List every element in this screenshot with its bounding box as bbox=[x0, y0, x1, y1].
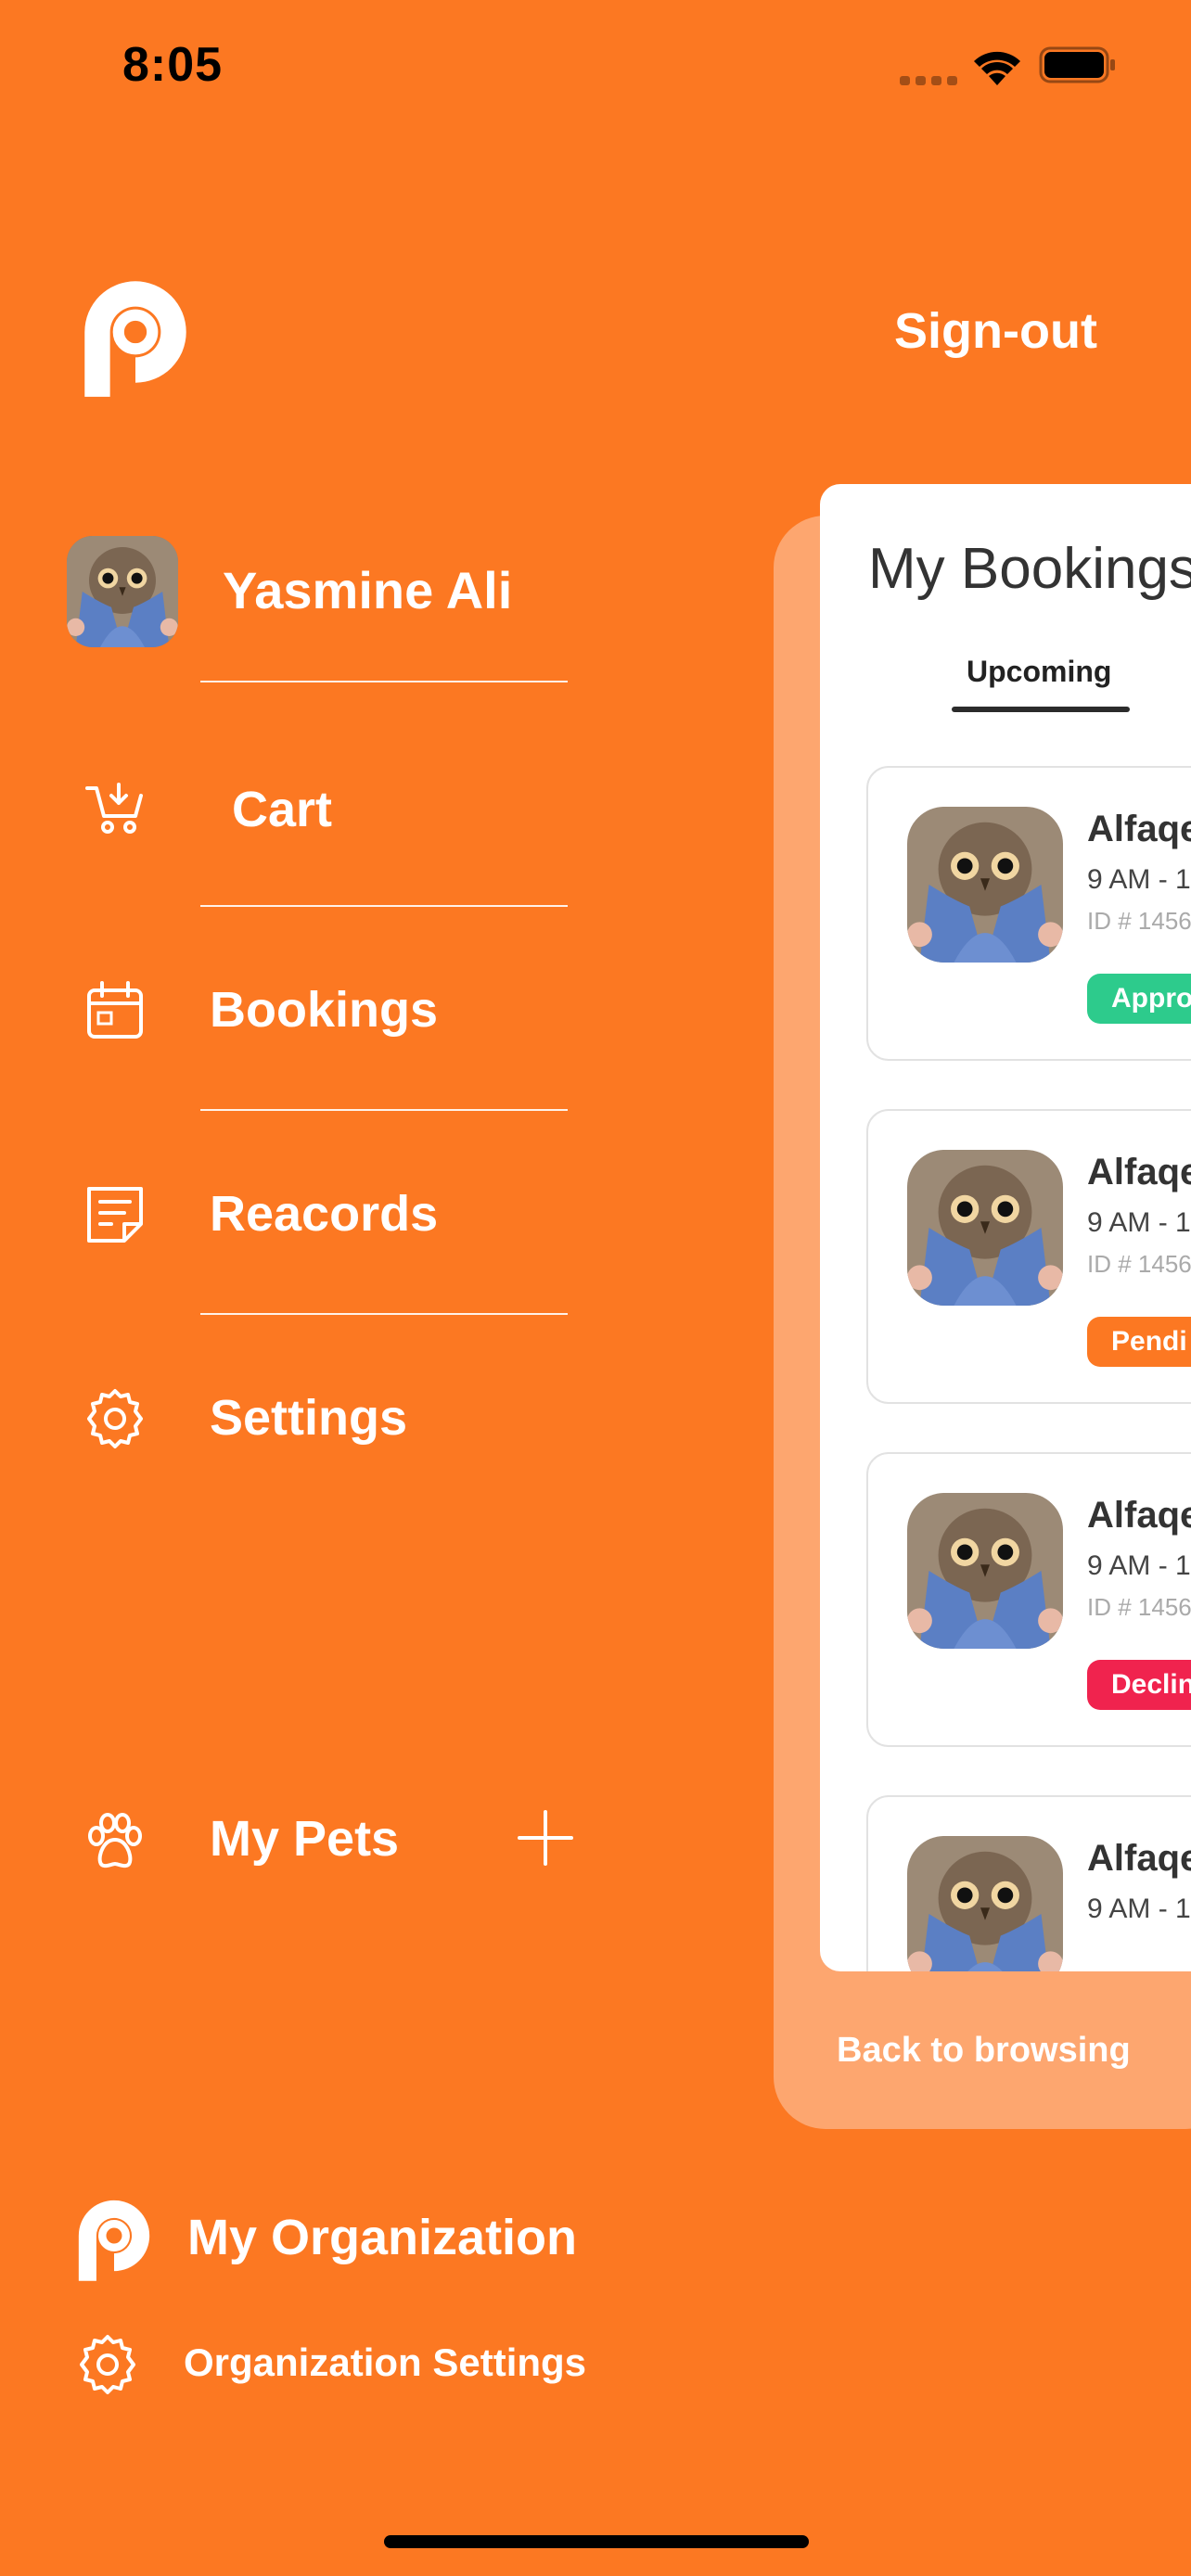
back-to-browsing-link[interactable]: Back to browsing bbox=[837, 2031, 1131, 2071]
menu-item-settings[interactable]: Settings bbox=[0, 1335, 649, 1502]
cart-icon bbox=[85, 783, 143, 834]
booking-time: 9 AM - 1 bbox=[1087, 1207, 1191, 1238]
pet-avatar bbox=[907, 1836, 1063, 1971]
bookings-panel: My Bookings Upcoming Alfaqe 9 AM - 1 ID … bbox=[820, 484, 1191, 1971]
home-indicator[interactable] bbox=[384, 2535, 809, 2548]
menu-label-records: Reacords bbox=[210, 1186, 439, 1242]
divider bbox=[200, 905, 568, 907]
status-badge: Appro bbox=[1087, 974, 1191, 1024]
status-time: 8:05 bbox=[122, 38, 224, 92]
booking-id: ID # 1456 bbox=[1087, 1250, 1191, 1278]
calendar-icon bbox=[87, 981, 143, 1039]
divider bbox=[200, 1313, 568, 1315]
booking-title: Alfaqe bbox=[1087, 809, 1191, 849]
records-icon bbox=[87, 1187, 143, 1243]
booking-time: 9 AM - 1 bbox=[1087, 1894, 1191, 1924]
user-name: Yasmine Ali bbox=[223, 561, 513, 619]
add-pet-plus-icon[interactable] bbox=[516, 1808, 575, 1868]
booking-card[interactable]: Alfaqe 9 AM - 1 ID # 1456 Declin bbox=[866, 1452, 1191, 1747]
booking-card[interactable]: Alfaqe 9 AM - 1 bbox=[866, 1795, 1191, 1971]
panel-title: My Bookings bbox=[868, 537, 1191, 601]
user-avatar bbox=[67, 536, 178, 647]
cellular-signal-icon bbox=[900, 74, 959, 85]
menu-label-my-pets: My Pets bbox=[210, 1811, 400, 1867]
pet-avatar bbox=[907, 1150, 1063, 1306]
tab-upcoming[interactable]: Upcoming bbox=[967, 655, 1111, 689]
booking-time: 9 AM - 1 bbox=[1087, 1550, 1191, 1581]
signout-button[interactable]: Sign-out bbox=[894, 302, 1097, 360]
booking-time: 9 AM - 1 bbox=[1087, 864, 1191, 895]
booking-title: Alfaqe bbox=[1087, 1495, 1191, 1536]
booking-id: ID # 1456 bbox=[1087, 907, 1191, 935]
app-logo bbox=[65, 261, 206, 402]
status-badge: Declin bbox=[1087, 1660, 1191, 1710]
booking-card[interactable]: Alfaqe 9 AM - 1 ID # 1456 Pendi bbox=[866, 1109, 1191, 1404]
gear-icon bbox=[80, 2335, 135, 2394]
organization-settings-link[interactable]: Organization Settings bbox=[184, 2340, 586, 2385]
wifi-icon bbox=[974, 51, 1020, 85]
battery-icon bbox=[1039, 46, 1115, 83]
menu-item-records[interactable]: Reacords bbox=[0, 1131, 649, 1298]
divider bbox=[200, 1109, 568, 1111]
paw-icon bbox=[88, 1813, 142, 1868]
booking-title: Alfaqe bbox=[1087, 1152, 1191, 1192]
booking-card[interactable]: Alfaqe 9 AM - 1 ID # 1456 Appro bbox=[866, 766, 1191, 1061]
pet-avatar bbox=[907, 1493, 1063, 1649]
status-badge: Pendi bbox=[1087, 1317, 1191, 1367]
booking-id: ID # 1456 bbox=[1087, 1593, 1191, 1621]
gear-icon bbox=[87, 1389, 143, 1448]
menu-label-cart: Cart bbox=[232, 782, 333, 837]
menu-label-bookings: Bookings bbox=[210, 982, 439, 1038]
menu-item-bookings[interactable]: Bookings bbox=[0, 927, 649, 1094]
menu-label-settings: Settings bbox=[210, 1390, 408, 1446]
organization-name[interactable]: My Organization bbox=[187, 2209, 577, 2266]
tab-underline bbox=[952, 707, 1130, 712]
booking-title: Alfaqe bbox=[1087, 1838, 1191, 1879]
divider bbox=[200, 681, 568, 682]
pet-avatar bbox=[907, 807, 1063, 963]
organization-logo bbox=[65, 2187, 163, 2285]
menu-item-cart[interactable]: Cart bbox=[0, 723, 649, 890]
